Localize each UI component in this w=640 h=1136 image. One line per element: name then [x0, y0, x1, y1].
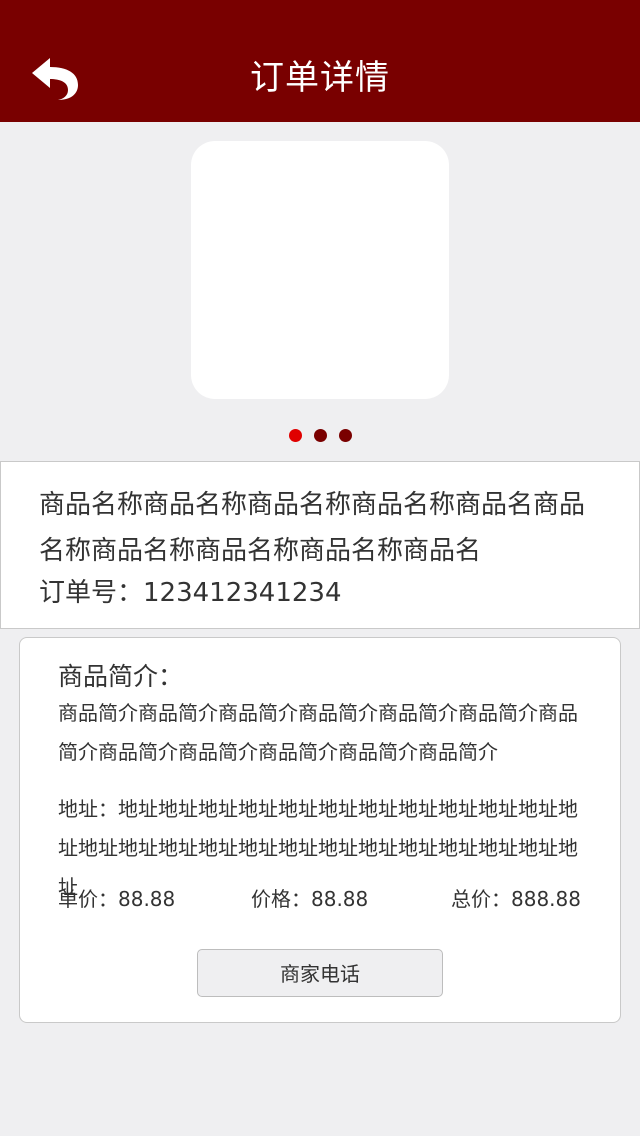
page-title: 订单详情: [250, 58, 390, 98]
navigation-bar: 订单详情: [0, 0, 640, 122]
unit-price-value: 88.88: [118, 887, 176, 911]
merchant-phone-button[interactable]: 商家电话: [197, 949, 443, 997]
order-number-value: 123412341234: [143, 578, 342, 608]
price-row: 价格：88.88: [251, 884, 368, 914]
carousel-dot-active[interactable]: [288, 429, 302, 442]
intro-text: 商品简介商品简介商品简介商品简介商品简介商品简介商品简介商品简介商品简介商品简介…: [58, 701, 578, 764]
product-name: 商品名称商品名称商品名称商品名称商品名商品名称商品名称商品名称商品名称商品名: [39, 490, 586, 566]
unit-price-row: 单价：88.88: [58, 884, 175, 914]
total-price-label: 总价：: [451, 887, 511, 911]
price-value: 88.88: [311, 887, 369, 911]
unit-price-label: 单价：: [58, 887, 118, 911]
address-label: 地址：: [58, 797, 118, 821]
total-price-row: 总价：888.88: [451, 884, 581, 914]
product-info-card: 商品名称商品名称商品名称商品名称商品名商品名称商品名称商品名称商品名称商品名 订…: [0, 461, 640, 629]
order-number-label: 订单号：: [39, 578, 144, 608]
product-image[interactable]: [191, 141, 449, 399]
product-detail-card: 商品简介： 商品简介商品简介商品简介商品简介商品简介商品简介商品简介商品简介商品…: [19, 637, 621, 1023]
total-price-value: 888.88: [511, 887, 581, 911]
carousel-indicator: [0, 429, 640, 443]
intro-heading: 商品简介：: [58, 662, 184, 691]
order-number-row: 订单号：123412341234: [39, 570, 342, 616]
order-detail-page: 订单详情 商品名称商品名称商品名称商品名称商品名商品名称商品名称商品名称商品名称…: [0, 0, 640, 1136]
price-label: 价格：: [251, 887, 311, 911]
carousel-dot[interactable]: [338, 429, 352, 442]
carousel-dot[interactable]: [313, 429, 327, 442]
